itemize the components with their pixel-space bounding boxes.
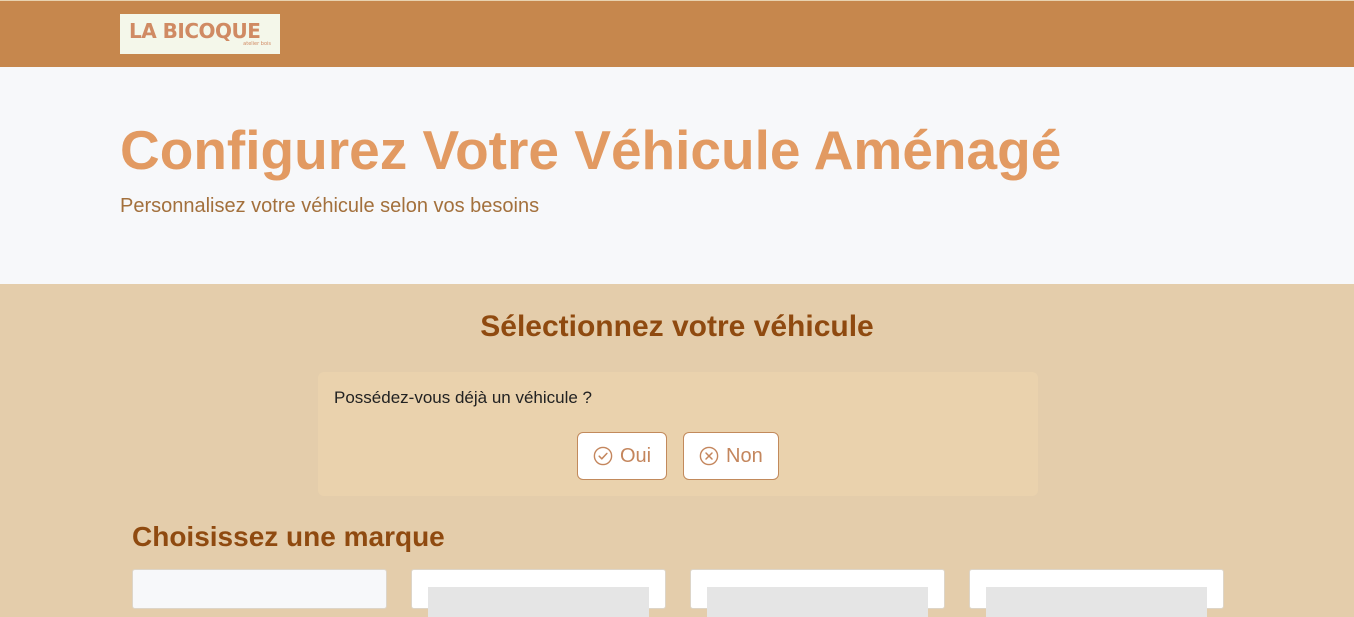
brand-image-placeholder (428, 587, 649, 617)
brand-card[interactable] (690, 569, 945, 617)
logo-subtext: atelier bois (243, 41, 271, 47)
page-subtitle: Personnalisez votre véhicule selon vos b… (120, 195, 540, 217)
brand-image-placeholder (986, 587, 1207, 617)
yes-button[interactable]: Oui (577, 432, 667, 480)
logo-text: LA BICOQUE (129, 19, 261, 43)
brand-card[interactable] (411, 569, 666, 617)
brand-card[interactable] (969, 569, 1224, 617)
top-header: LA BICOQUE atelier bois (0, 0, 1354, 67)
hero-section: Configurez Votre Véhicule Aménagé Person… (0, 67, 1354, 284)
no-button[interactable]: Non (683, 432, 779, 480)
brands-heading: Choisissez une marque (132, 521, 445, 552)
logo[interactable]: LA BICOQUE atelier bois (120, 14, 280, 54)
no-label: Non (726, 445, 763, 467)
x-circle-icon (699, 446, 719, 466)
page-title: Configurez Votre Véhicule Aménagé (120, 119, 1062, 181)
configurator-main: Sélectionnez votre véhicule Possédez-vou… (0, 284, 1354, 617)
yes-label: Oui (620, 445, 652, 467)
check-circle-icon (593, 446, 613, 466)
ownership-question: Possédez-vous déjà un véhicule ? (334, 388, 592, 407)
vehicle-ownership-card: Possédez-vous déjà un véhicule ? Oui Non (318, 372, 1038, 496)
section-title: Sélectionnez votre véhicule (480, 310, 874, 343)
brand-image-placeholder (707, 587, 928, 617)
brand-card[interactable] (132, 569, 387, 609)
